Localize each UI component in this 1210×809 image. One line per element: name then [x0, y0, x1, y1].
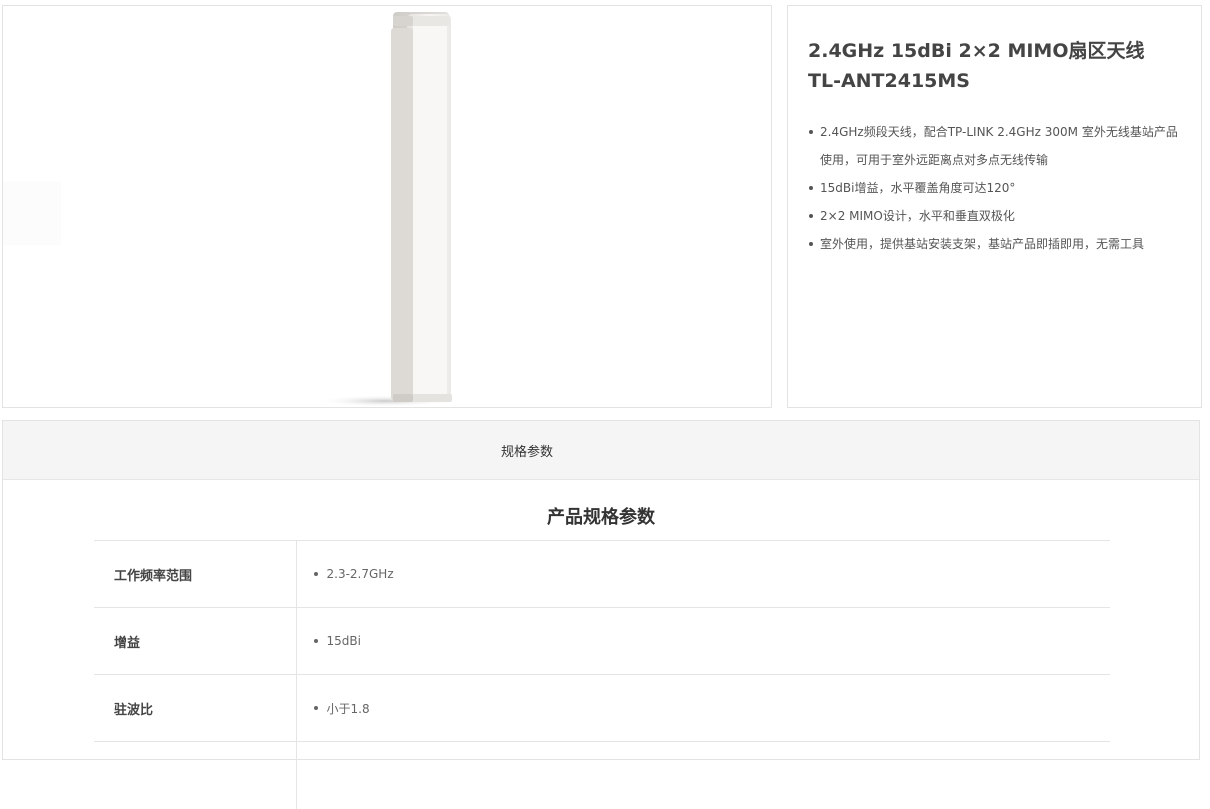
spec-value-cell: 15dBi — [296, 607, 1110, 675]
spec-value: 2.3-2.7GHz — [326, 567, 394, 581]
tab-specs[interactable]: 规格参数 — [501, 441, 553, 460]
spec-key: 驻波比 — [94, 674, 297, 742]
feature-item: 15dBi增益，水平覆盖角度可达120° — [808, 174, 1188, 202]
tab-bar: 规格参数 — [3, 421, 1199, 480]
product-model: TL-ANT2415MS — [808, 70, 970, 92]
product-title-name: 2.4GHz 15dBi 2×2 MIMO扇区天线 — [808, 40, 1145, 62]
spec-key: 工作频率范围 — [94, 540, 297, 608]
spec-key: 增益 — [94, 607, 297, 675]
spec-value-cell: 小于1.8 — [296, 674, 1110, 742]
feature-list: 2.4GHz频段天线，配合TP-LINK 2.4GHz 300M 室外无线基站产… — [808, 118, 1188, 258]
table-row: 增益 15dBi — [94, 607, 1110, 675]
spec-value-cell: 2.3-2.7GHz — [296, 540, 1110, 608]
antenna-product-image — [315, 12, 455, 406]
spec-value-cell — [296, 741, 1110, 809]
bullet-dot-icon — [313, 572, 318, 576]
feature-item: 2×2 MIMO设计，水平和垂直双极化 — [808, 202, 1188, 230]
table-row: 工作频率范围 2.3-2.7GHz — [94, 540, 1110, 608]
spec-key — [94, 741, 297, 809]
product-info-panel: 2.4GHz 15dBi 2×2 MIMO扇区天线 TL-ANT2415MS 2… — [787, 5, 1202, 408]
feature-item: 2.4GHz频段天线，配合TP-LINK 2.4GHz 300M 室外无线基站产… — [808, 118, 1188, 174]
feature-item: 室外使用，提供基站安装支架，基站产品即插即用，无需工具 — [808, 230, 1188, 258]
table-row — [94, 741, 1110, 809]
product-title: 2.4GHz 15dBi 2×2 MIMO扇区天线 TL-ANT2415MS — [808, 36, 1188, 96]
spec-heading: 产品规格参数 — [547, 507, 655, 528]
table-row: 驻波比 小于1.8 — [94, 674, 1110, 742]
product-image-panel — [2, 5, 772, 408]
bullet-dot-icon — [313, 706, 318, 710]
spec-section: 规格参数 产品规格参数 工作频率范围 2.3-2.7GHz 增益 15dBi 驻… — [2, 420, 1200, 809]
spec-value: 15dBi — [326, 634, 361, 648]
spec-table: 工作频率范围 2.3-2.7GHz 增益 15dBi 驻波比 小于1.8 — [94, 540, 1110, 809]
bullet-dot-icon — [313, 639, 318, 643]
spec-value: 小于1.8 — [326, 701, 370, 716]
gallery-thumbnail-placeholder — [3, 181, 61, 245]
